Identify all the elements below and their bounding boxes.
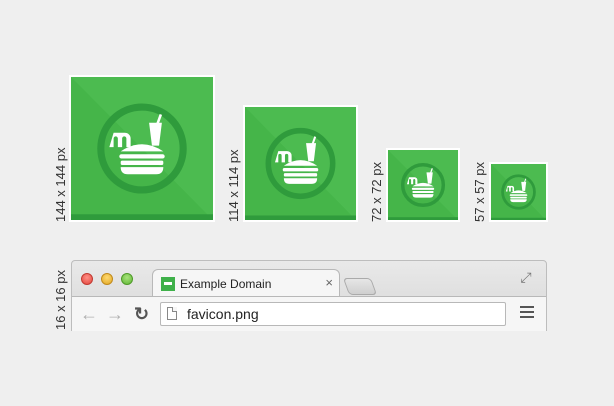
fullscreen-icon[interactable]: ⤢ — [518, 269, 534, 285]
size-label-144: 144 x 144 px — [53, 147, 68, 222]
browser-window: Example Domain × ⤢ ← → ↻ favicon.png — [71, 260, 547, 331]
browser-toolbar: ← → ↻ favicon.png — [72, 296, 546, 331]
address-bar[interactable]: favicon.png — [160, 302, 506, 326]
favicon-icon — [161, 277, 175, 291]
minimize-window-button[interactable] — [101, 273, 113, 285]
size-label-57: 57 x 57 px — [472, 162, 487, 222]
close-window-button[interactable] — [81, 273, 93, 285]
size-label-16: 16 x 16 px — [53, 270, 68, 330]
hamburger-menu-icon[interactable] — [520, 306, 534, 318]
zoom-window-button[interactable] — [121, 273, 133, 285]
tab-example-domain[interactable]: Example Domain × — [152, 269, 340, 297]
forward-arrow-icon[interactable]: → — [106, 304, 124, 324]
size-label-114: 114 x 114 px — [226, 149, 241, 222]
app-icon-144 — [71, 77, 213, 220]
new-tab-button[interactable] — [342, 278, 378, 295]
tab-title: Example Domain — [180, 277, 272, 291]
app-icon-72 — [388, 150, 458, 220]
tab-close-icon[interactable]: × — [325, 275, 333, 290]
reload-icon[interactable]: ↻ — [134, 304, 149, 324]
app-icon-57 — [491, 164, 546, 220]
page-icon — [167, 307, 177, 320]
url-text[interactable]: favicon.png — [187, 306, 259, 322]
back-arrow-icon[interactable]: ← — [80, 304, 98, 324]
tab-strip: Example Domain × ⤢ — [72, 261, 546, 297]
app-icon-114 — [245, 107, 356, 220]
size-label-72: 72 x 72 px — [369, 162, 384, 222]
